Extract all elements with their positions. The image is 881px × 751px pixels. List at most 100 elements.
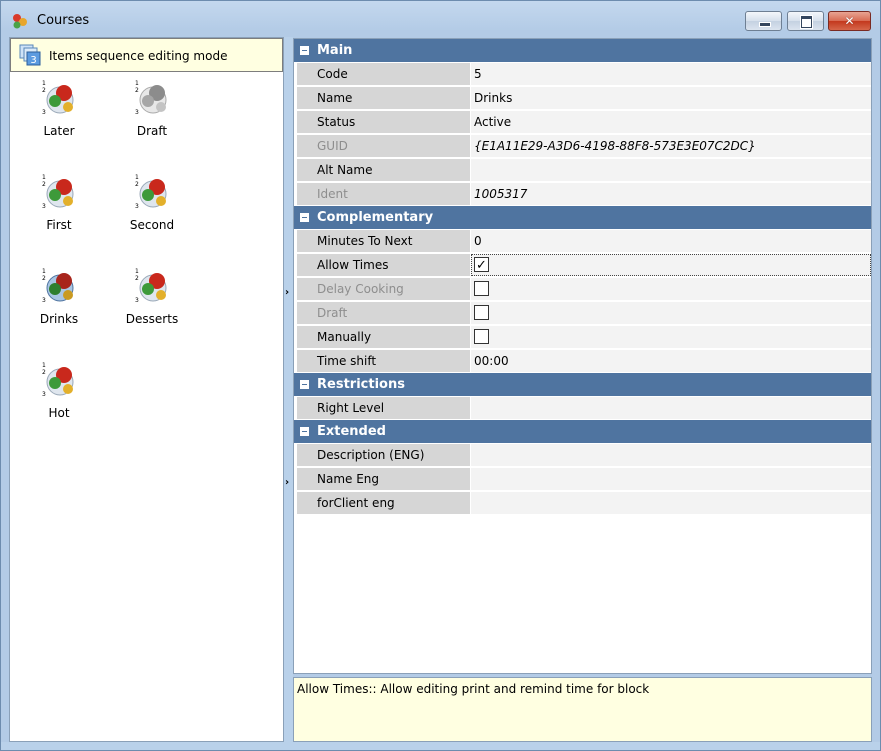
category-label: Main <box>317 43 353 58</box>
course-item-draft[interactable]: 12 3 Draft <box>112 78 192 158</box>
course-label: Second <box>129 218 175 232</box>
property-row-right-level[interactable]: Right Level <box>294 396 871 420</box>
chevron-right-icon[interactable]: › <box>285 477 289 488</box>
property-row-alt-name[interactable]: Alt Name <box>294 158 871 182</box>
property-value[interactable] <box>471 492 871 514</box>
category-label: Restrictions <box>317 377 405 392</box>
svg-text:3: 3 <box>135 297 139 304</box>
property-row-allow-times[interactable]: Allow Times <box>294 253 871 277</box>
panel-splitter[interactable]: › › <box>284 37 293 742</box>
course-item-desserts[interactable]: 12 3 Desserts <box>112 266 192 346</box>
category-main[interactable]: Main <box>294 39 871 62</box>
property-name: Minutes To Next <box>297 230 470 252</box>
maximize-button[interactable] <box>787 11 824 31</box>
property-name: Description (ENG) <box>297 444 470 466</box>
property-row-forclient-eng[interactable]: forClient eng <box>294 491 871 515</box>
property-name: Status <box>297 111 470 133</box>
property-row-description-eng[interactable]: Description (ENG) <box>294 443 871 467</box>
window-title: Courses <box>37 13 90 28</box>
property-name: Allow Times <box>297 254 470 276</box>
svg-text:2: 2 <box>42 369 46 376</box>
collapse-icon[interactable] <box>300 380 309 389</box>
course-item-hot[interactable]: 12 3 Hot <box>19 360 99 440</box>
property-value[interactable] <box>471 397 871 419</box>
course-item-drinks[interactable]: 12 3 Drinks <box>19 266 99 346</box>
property-value: 1005317 <box>471 183 871 205</box>
svg-text:1: 1 <box>42 362 46 369</box>
property-name: Code <box>297 63 470 85</box>
collapse-icon[interactable] <box>300 213 309 222</box>
course-item-later[interactable]: 12 3 Later <box>19 78 99 158</box>
svg-text:3: 3 <box>42 203 46 210</box>
svg-text:1: 1 <box>42 174 46 181</box>
property-name: GUID <box>297 135 470 157</box>
property-row-status[interactable]: Status Active <box>294 110 871 134</box>
collapse-icon[interactable] <box>300 46 309 55</box>
courses-app-icon <box>13 14 27 29</box>
svg-text:2: 2 <box>135 275 139 282</box>
courses-window: Courses ✕ 3 Items sequence editing mode … <box>0 0 881 751</box>
property-name: Delay Cooking <box>297 278 470 300</box>
property-value[interactable] <box>471 159 871 181</box>
property-name: Name <box>297 87 470 109</box>
course-label: Later <box>43 124 75 138</box>
property-name: Alt Name <box>297 159 470 181</box>
sequence-badge: 3 <box>30 55 36 66</box>
svg-text:3: 3 <box>42 391 46 398</box>
property-value[interactable]: Drinks <box>471 87 871 109</box>
property-value[interactable] <box>471 468 871 490</box>
property-description-panel: Allow Times:: Allow editing print and re… <box>293 677 872 742</box>
property-row-minutes-to-next[interactable]: Minutes To Next 0 <box>294 229 871 253</box>
property-value[interactable]: 00:00 <box>471 350 871 372</box>
course-item-second[interactable]: 12 3 Second <box>112 172 192 252</box>
property-grid[interactable]: Main Code 5 Name Drinks Status Active GU… <box>293 38 872 674</box>
property-value[interactable]: Active <box>471 111 871 133</box>
title-bar[interactable]: Courses ✕ <box>1 1 880 37</box>
chevron-right-icon[interactable]: › <box>285 287 289 298</box>
property-value[interactable]: 0 <box>471 230 871 252</box>
category-restrictions[interactable]: Restrictions <box>294 373 871 396</box>
allow-times-checkbox[interactable] <box>474 255 489 277</box>
property-row-manually[interactable]: Manually <box>294 325 871 349</box>
course-label: Draft <box>136 124 168 138</box>
sequence-order-icon: 3 <box>19 44 41 66</box>
course-plate-selected-icon: 12 3 <box>42 268 74 304</box>
course-item-first[interactable]: 12 3 First <box>19 172 99 252</box>
property-row-guid[interactable]: GUID {E1A11E29-A3D6-4198-88F8-573E3E07C2… <box>294 134 871 158</box>
svg-text:3: 3 <box>135 203 139 210</box>
minimize-button[interactable] <box>745 11 782 31</box>
course-label: First <box>46 218 72 232</box>
property-value[interactable]: 5 <box>471 63 871 85</box>
course-plate-icon: 12 3 <box>135 174 167 210</box>
manually-checkbox[interactable] <box>474 329 489 344</box>
sequence-mode-label: Items sequence editing mode <box>49 49 228 63</box>
svg-text:2: 2 <box>42 181 46 188</box>
property-row-name-eng[interactable]: Name Eng <box>294 467 871 491</box>
course-label: Drinks <box>39 312 79 326</box>
close-button[interactable]: ✕ <box>828 11 871 31</box>
svg-text:2: 2 <box>135 181 139 188</box>
sequence-editing-mode-button[interactable]: 3 Items sequence editing mode <box>10 38 283 72</box>
category-label: Complementary <box>317 210 434 225</box>
svg-text:1: 1 <box>135 268 139 275</box>
property-row-time-shift[interactable]: Time shift 00:00 <box>294 349 871 373</box>
property-value <box>471 326 871 348</box>
property-row-delay-cooking[interactable]: Delay Cooking <box>294 277 871 301</box>
draft-checkbox[interactable] <box>474 305 489 320</box>
collapse-icon[interactable] <box>300 427 309 436</box>
course-plate-icon: 12 3 <box>42 362 74 398</box>
svg-text:2: 2 <box>42 87 46 94</box>
property-row-name[interactable]: Name Drinks <box>294 86 871 110</box>
property-row-ident[interactable]: Ident 1005317 <box>294 182 871 206</box>
courses-list-panel[interactable]: 3 Items sequence editing mode 123 Later … <box>9 37 284 742</box>
maximize-icon <box>801 16 812 28</box>
property-value <box>471 302 871 324</box>
property-row-code[interactable]: Code 5 <box>294 62 871 86</box>
category-complementary[interactable]: Complementary <box>294 206 871 229</box>
property-row-draft[interactable]: Draft <box>294 301 871 325</box>
property-name: Ident <box>297 183 470 205</box>
property-value[interactable] <box>471 444 871 466</box>
property-value[interactable] <box>471 254 871 277</box>
category-extended[interactable]: Extended <box>294 420 871 443</box>
delay-cooking-checkbox[interactable] <box>474 281 489 296</box>
